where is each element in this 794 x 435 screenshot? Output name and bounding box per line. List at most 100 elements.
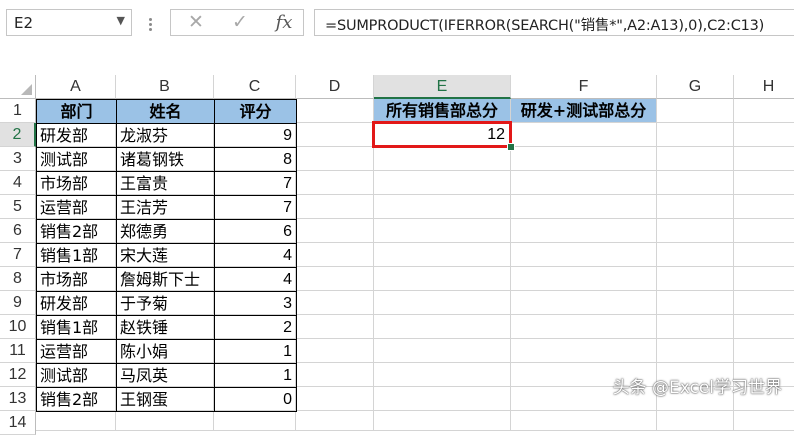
cell[interactable] [296, 363, 374, 387]
cell[interactable] [657, 123, 734, 147]
cell[interactable] [296, 123, 374, 147]
dept-cell[interactable]: 市场部 [36, 171, 117, 196]
cell[interactable] [374, 387, 511, 411]
score-cell[interactable]: 7 [214, 171, 297, 196]
cell[interactable] [734, 267, 794, 291]
dept-cell[interactable]: 运营部 [36, 195, 117, 220]
cell[interactable] [296, 267, 374, 291]
cell[interactable] [657, 267, 734, 291]
row-header-8[interactable]: 8 [0, 267, 36, 291]
cell[interactable] [511, 123, 657, 147]
column-header-h[interactable]: H [734, 75, 794, 99]
cell[interactable] [657, 291, 734, 315]
cell[interactable] [511, 219, 657, 243]
cancel-icon[interactable]: ✕ [181, 10, 211, 35]
cell[interactable] [657, 339, 734, 363]
cell[interactable] [374, 267, 511, 291]
cell[interactable] [374, 147, 511, 171]
cell[interactable] [116, 411, 214, 431]
cell[interactable] [511, 147, 657, 171]
cell[interactable] [296, 171, 374, 195]
sales-total-header[interactable]: 所有销售部总分 [374, 99, 511, 123]
insert-function-icon[interactable]: fx [269, 10, 299, 35]
cell[interactable] [296, 315, 374, 339]
column-header-c[interactable]: C [214, 75, 296, 99]
cell[interactable] [657, 147, 734, 171]
cell[interactable] [734, 99, 794, 123]
cell[interactable] [734, 339, 794, 363]
row-header-13[interactable]: 13 [0, 387, 36, 411]
formula-input[interactable]: =SUMPRODUCT(IFERROR(SEARCH("销售*",A2:A13)… [314, 9, 794, 36]
cell[interactable] [296, 99, 374, 123]
column-header-a[interactable]: A [36, 75, 116, 99]
row-header-9[interactable]: 9 [0, 291, 36, 315]
score-cell[interactable]: 1 [214, 363, 297, 388]
cell[interactable] [296, 243, 374, 267]
cell[interactable] [214, 411, 296, 431]
fill-handle[interactable] [507, 143, 515, 151]
cell[interactable] [374, 171, 511, 195]
cell[interactable] [734, 147, 794, 171]
dept-cell[interactable]: 市场部 [36, 267, 117, 292]
name-cell[interactable]: 郑德勇 [116, 219, 215, 244]
cell[interactable] [296, 387, 374, 411]
cell[interactable] [734, 411, 794, 431]
score-cell[interactable]: 7 [214, 195, 297, 220]
cell[interactable] [296, 219, 374, 243]
row-header-4[interactable]: 4 [0, 171, 36, 195]
cell[interactable] [734, 219, 794, 243]
rd-test-total-header[interactable]: 研发+测试部总分 [511, 99, 657, 123]
column-header-d[interactable]: D [296, 75, 374, 99]
cell[interactable] [657, 219, 734, 243]
cell[interactable] [657, 243, 734, 267]
dept-cell[interactable]: 销售1部 [36, 243, 117, 268]
cell[interactable] [657, 195, 734, 219]
name-cell[interactable]: 陈小娟 [116, 339, 215, 364]
cell[interactable] [374, 411, 511, 431]
cell[interactable] [36, 411, 116, 431]
cell[interactable] [734, 243, 794, 267]
name-cell[interactable]: 龙淑芬 [116, 123, 215, 148]
cell[interactable] [296, 291, 374, 315]
score-cell[interactable]: 4 [214, 267, 297, 292]
cell[interactable] [374, 219, 511, 243]
cell[interactable] [296, 195, 374, 219]
row-header-7[interactable]: 7 [0, 243, 36, 267]
dept-cell[interactable]: 测试部 [36, 363, 117, 388]
dept-cell[interactable]: 销售2部 [36, 387, 117, 412]
cell[interactable] [511, 411, 657, 431]
row-header-1[interactable]: 1 [0, 99, 36, 123]
cell[interactable] [511, 267, 657, 291]
cell[interactable] [374, 243, 511, 267]
row-header-11[interactable]: 11 [0, 339, 36, 363]
cell[interactable] [374, 363, 511, 387]
dept-cell[interactable]: 研发部 [36, 123, 117, 148]
chevron-down-icon[interactable]: ▼ [117, 14, 125, 27]
score-cell[interactable]: 0 [214, 387, 297, 412]
cell[interactable] [374, 339, 511, 363]
score-cell[interactable]: 9 [214, 123, 297, 148]
name-cell[interactable]: 王富贵 [116, 171, 215, 196]
name-cell[interactable]: 诸葛钢铁 [116, 147, 215, 172]
dept-cell[interactable]: 运营部 [36, 339, 117, 364]
cell[interactable] [511, 315, 657, 339]
dept-cell[interactable]: 销售1部 [36, 315, 117, 340]
score-cell[interactable]: 6 [214, 219, 297, 244]
name-cell[interactable]: 宋大莲 [116, 243, 215, 268]
table-header-score[interactable]: 评分 [214, 99, 297, 124]
cell[interactable] [734, 291, 794, 315]
name-cell[interactable]: 詹姆斯下士 [116, 267, 215, 292]
drag-handle-icon[interactable] [146, 9, 156, 36]
table-header-dept[interactable]: 部门 [36, 99, 117, 124]
cell[interactable] [734, 123, 794, 147]
cell[interactable] [511, 291, 657, 315]
row-header-14[interactable]: 14 [0, 411, 36, 435]
cell[interactable] [657, 99, 734, 123]
table-header-name[interactable]: 姓名 [116, 99, 215, 124]
score-cell[interactable]: 1 [214, 339, 297, 364]
row-header-3[interactable]: 3 [0, 147, 36, 171]
row-header-10[interactable]: 10 [0, 315, 36, 339]
cell[interactable] [511, 171, 657, 195]
row-header-12[interactable]: 12 [0, 363, 36, 387]
row-header-2[interactable]: 2 [0, 123, 36, 147]
